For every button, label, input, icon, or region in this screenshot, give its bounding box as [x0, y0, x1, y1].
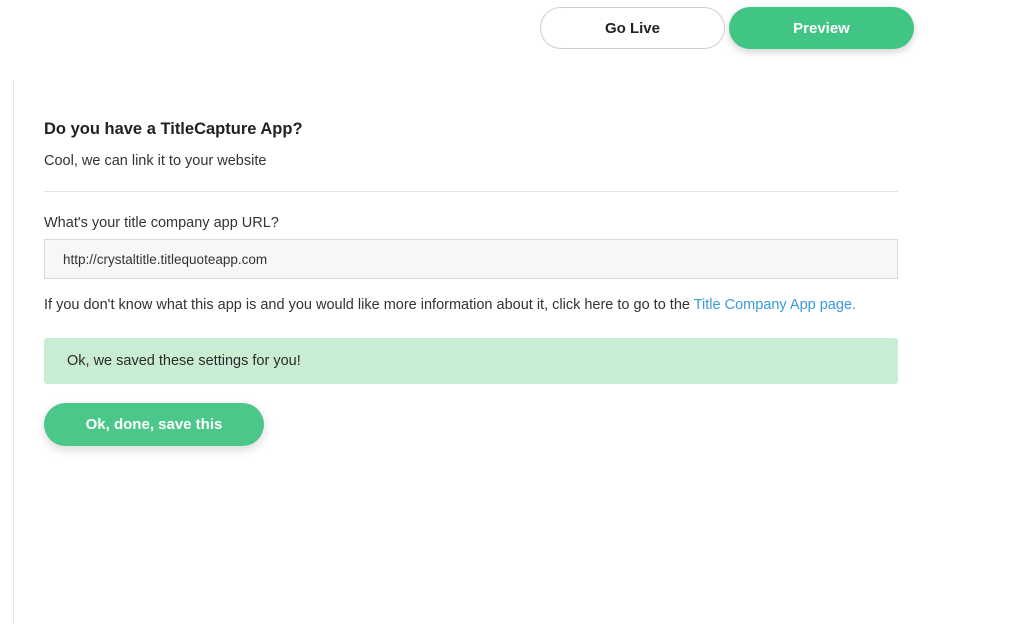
info-text-body: If you don't know what this app is and y…: [44, 297, 694, 313]
go-live-button[interactable]: Go Live: [540, 7, 725, 49]
save-button[interactable]: Ok, done, save this: [44, 403, 264, 446]
preview-button[interactable]: Preview: [729, 7, 914, 49]
info-text: If you don't know what this app is and y…: [44, 294, 898, 316]
page-subtitle: Cool, we can link it to your website: [44, 153, 267, 169]
title-company-app-link[interactable]: Title Company App page.: [694, 297, 856, 313]
app-url-input[interactable]: [44, 239, 898, 279]
section-divider: [44, 191, 898, 192]
sidebar-divider: [13, 80, 14, 624]
success-banner: Ok, we saved these settings for you!: [44, 338, 898, 384]
title-app-settings-panel: Do you have a TitleCapture App? Cool, we…: [44, 118, 898, 446]
page-title: Do you have a TitleCapture App?: [44, 120, 303, 138]
app-url-label: What's your title company app URL?: [44, 215, 279, 231]
